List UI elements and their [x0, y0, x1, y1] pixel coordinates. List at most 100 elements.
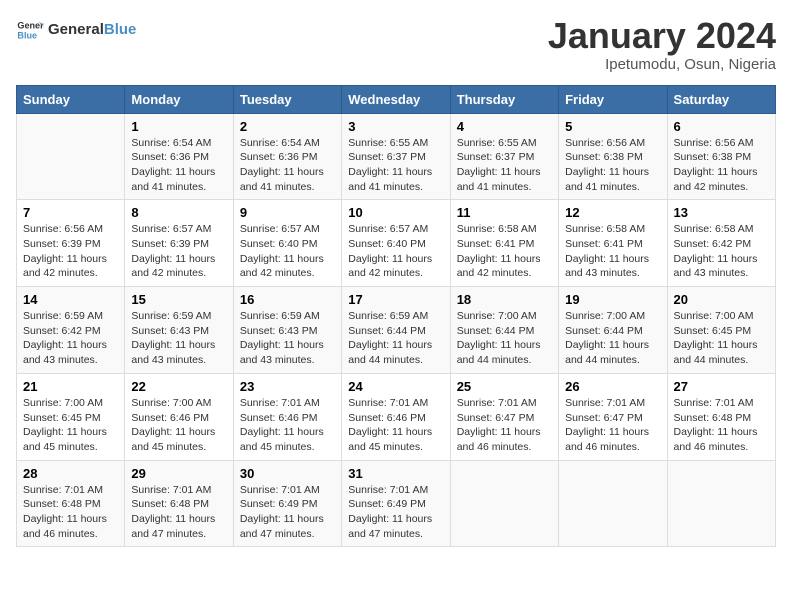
- day-info: Sunrise: 6:57 AMSunset: 6:40 PMDaylight:…: [348, 222, 443, 281]
- day-number: 15: [131, 292, 226, 307]
- day-number: 8: [131, 205, 226, 220]
- calendar-cell: 2 Sunrise: 6:54 AMSunset: 6:36 PMDaylight…: [233, 113, 341, 200]
- calendar-cell: 23 Sunrise: 7:01 AMSunset: 6:46 PMDayligh…: [233, 373, 341, 460]
- day-info: Sunrise: 7:01 AMSunset: 6:48 PMDaylight:…: [131, 483, 226, 542]
- day-info: Sunrise: 7:01 AMSunset: 6:48 PMDaylight:…: [23, 483, 118, 542]
- week-row-4: 21 Sunrise: 7:00 AMSunset: 6:45 PMDayligh…: [17, 373, 776, 460]
- day-number: 10: [348, 205, 443, 220]
- calendar-cell: 3 Sunrise: 6:55 AMSunset: 6:37 PMDaylight…: [342, 113, 450, 200]
- day-info: Sunrise: 7:01 AMSunset: 6:47 PMDaylight:…: [457, 396, 552, 455]
- day-info: Sunrise: 7:01 AMSunset: 6:46 PMDaylight:…: [348, 396, 443, 455]
- header-wednesday: Wednesday: [342, 85, 450, 113]
- day-info: Sunrise: 7:01 AMSunset: 6:48 PMDaylight:…: [674, 396, 769, 455]
- calendar-cell: 9Sunrise: 6:57 AMSunset: 6:40 PMDaylight…: [233, 200, 341, 287]
- day-info: Sunrise: 7:00 AMSunset: 6:44 PMDaylight:…: [565, 309, 660, 368]
- day-number: 3: [348, 119, 443, 134]
- day-info: Sunrise: 6:58 AMSunset: 6:41 PMDaylight:…: [565, 222, 660, 281]
- calendar-cell: 20 Sunrise: 7:00 AMSunset: 6:45 PMDayligh…: [667, 287, 775, 374]
- calendar-cell: 8 Sunrise: 6:57 AMSunset: 6:39 PMDaylight…: [125, 200, 233, 287]
- day-info: Sunrise: 6:56 AMSunset: 6:38 PMDaylight:…: [565, 136, 660, 195]
- header-friday: Friday: [559, 85, 667, 113]
- day-number: 26: [565, 379, 660, 394]
- day-info: Sunrise: 6:54 AMSunset: 6:36 PMDaylight:…: [240, 136, 335, 195]
- day-number: 4: [457, 119, 552, 134]
- calendar-cell: [559, 460, 667, 547]
- calendar-cell: 6Sunrise: 6:56 AMSunset: 6:38 PMDaylight…: [667, 113, 775, 200]
- day-number: 27: [674, 379, 769, 394]
- logo-icon: General Blue: [16, 16, 44, 44]
- calendar-cell: 5 Sunrise: 6:56 AMSunset: 6:38 PMDaylight…: [559, 113, 667, 200]
- day-info: Sunrise: 7:00 AMSunset: 6:44 PMDaylight:…: [457, 309, 552, 368]
- day-info: Sunrise: 6:59 AMSunset: 6:43 PMDaylight:…: [240, 309, 335, 368]
- day-number: 28: [23, 466, 118, 481]
- svg-text:General: General: [17, 21, 44, 31]
- calendar-cell: 19 Sunrise: 7:00 AMSunset: 6:44 PMDayligh…: [559, 287, 667, 374]
- header-row: SundayMondayTuesdayWednesdayThursdayFrid…: [17, 85, 776, 113]
- header-saturday: Saturday: [667, 85, 775, 113]
- calendar-cell: 14 Sunrise: 6:59 AMSunset: 6:42 PMDayligh…: [17, 287, 125, 374]
- calendar-cell: [17, 113, 125, 200]
- day-info: Sunrise: 6:58 AMSunset: 6:42 PMDaylight:…: [674, 222, 769, 281]
- day-number: 30: [240, 466, 335, 481]
- day-info: Sunrise: 7:00 AMSunset: 6:45 PMDaylight:…: [674, 309, 769, 368]
- day-number: 29: [131, 466, 226, 481]
- day-info: Sunrise: 7:01 AMSunset: 6:49 PMDaylight:…: [240, 483, 335, 542]
- calendar-cell: 11Sunrise: 6:58 AMSunset: 6:41 PMDayligh…: [450, 200, 558, 287]
- calendar-cell: [450, 460, 558, 547]
- title-block: January 2024 Ipetumodu, Osun, Nigeria: [548, 16, 776, 73]
- header-sunday: Sunday: [17, 85, 125, 113]
- day-info: Sunrise: 6:59 AMSunset: 6:42 PMDaylight:…: [23, 309, 118, 368]
- day-number: 12: [565, 205, 660, 220]
- day-info: Sunrise: 7:01 AMSunset: 6:49 PMDaylight:…: [348, 483, 443, 542]
- calendar-cell: 12 Sunrise: 6:58 AMSunset: 6:41 PMDayligh…: [559, 200, 667, 287]
- calendar-title: January 2024: [548, 16, 776, 56]
- day-number: 14: [23, 292, 118, 307]
- day-number: 17: [348, 292, 443, 307]
- calendar-subtitle: Ipetumodu, Osun, Nigeria: [548, 56, 776, 73]
- week-row-1: 1 Sunrise: 6:54 AMSunset: 6:36 PMDaylight…: [17, 113, 776, 200]
- calendar-cell: 26 Sunrise: 7:01 AMSunset: 6:47 PMDayligh…: [559, 373, 667, 460]
- day-info: Sunrise: 6:57 AMSunset: 6:39 PMDaylight:…: [131, 222, 226, 281]
- day-info: Sunrise: 6:59 AMSunset: 6:43 PMDaylight:…: [131, 309, 226, 368]
- day-number: 23: [240, 379, 335, 394]
- day-info: Sunrise: 6:55 AMSunset: 6:37 PMDaylight:…: [457, 136, 552, 195]
- day-info: Sunrise: 6:59 AMSunset: 6:44 PMDaylight:…: [348, 309, 443, 368]
- day-number: 11: [457, 205, 552, 220]
- day-number: 2: [240, 119, 335, 134]
- day-info: Sunrise: 6:55 AMSunset: 6:37 PMDaylight:…: [348, 136, 443, 195]
- day-info: Sunrise: 7:00 AMSunset: 6:46 PMDaylight:…: [131, 396, 226, 455]
- day-number: 22: [131, 379, 226, 394]
- logo: General Blue GeneralBlue: [16, 16, 136, 44]
- day-number: 20: [674, 292, 769, 307]
- day-number: 18: [457, 292, 552, 307]
- day-info: Sunrise: 7:01 AMSunset: 6:46 PMDaylight:…: [240, 396, 335, 455]
- day-number: 24: [348, 379, 443, 394]
- calendar-table: SundayMondayTuesdayWednesdayThursdayFrid…: [16, 85, 776, 548]
- calendar-cell: 21 Sunrise: 7:00 AMSunset: 6:45 PMDayligh…: [17, 373, 125, 460]
- day-number: 1: [131, 119, 226, 134]
- page-header: General Blue GeneralBlue January 2024 Ip…: [16, 16, 776, 73]
- day-number: 21: [23, 379, 118, 394]
- day-number: 9: [240, 205, 335, 220]
- calendar-cell: 1 Sunrise: 6:54 AMSunset: 6:36 PMDaylight…: [125, 113, 233, 200]
- header-monday: Monday: [125, 85, 233, 113]
- svg-text:Blue: Blue: [17, 30, 37, 40]
- week-row-5: 28 Sunrise: 7:01 AMSunset: 6:48 PMDayligh…: [17, 460, 776, 547]
- calendar-cell: 28 Sunrise: 7:01 AMSunset: 6:48 PMDayligh…: [17, 460, 125, 547]
- calendar-cell: 13Sunrise: 6:58 AMSunset: 6:42 PMDayligh…: [667, 200, 775, 287]
- day-info: Sunrise: 6:56 AMSunset: 6:38 PMDaylight:…: [674, 136, 769, 195]
- day-number: 25: [457, 379, 552, 394]
- calendar-cell: 24 Sunrise: 7:01 AMSunset: 6:46 PMDayligh…: [342, 373, 450, 460]
- day-info: Sunrise: 6:54 AMSunset: 6:36 PMDaylight:…: [131, 136, 226, 195]
- day-info: Sunrise: 7:00 AMSunset: 6:45 PMDaylight:…: [23, 396, 118, 455]
- day-number: 16: [240, 292, 335, 307]
- calendar-cell: 4 Sunrise: 6:55 AMSunset: 6:37 PMDaylight…: [450, 113, 558, 200]
- day-number: 31: [348, 466, 443, 481]
- calendar-cell: 27 Sunrise: 7:01 AMSunset: 6:48 PMDayligh…: [667, 373, 775, 460]
- day-number: 7: [23, 205, 118, 220]
- day-number: 19: [565, 292, 660, 307]
- calendar-cell: 18 Sunrise: 7:00 AMSunset: 6:44 PMDayligh…: [450, 287, 558, 374]
- calendar-cell: 17 Sunrise: 6:59 AMSunset: 6:44 PMDayligh…: [342, 287, 450, 374]
- day-number: 5: [565, 119, 660, 134]
- day-info: Sunrise: 7:01 AMSunset: 6:47 PMDaylight:…: [565, 396, 660, 455]
